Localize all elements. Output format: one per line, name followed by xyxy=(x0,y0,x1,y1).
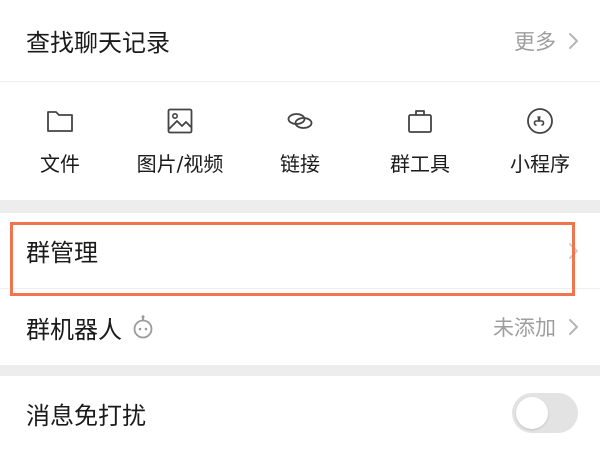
link-icon xyxy=(287,113,313,129)
tools-grid: 文件 图片/视频 链接 群工具 小程序 xyxy=(0,82,600,200)
chevron-right-icon xyxy=(569,242,578,259)
robot-icon xyxy=(133,315,153,339)
tool-mini-program[interactable]: 小程序 xyxy=(480,82,600,200)
group-robot-row[interactable]: 群机器人 未添加 xyxy=(0,289,600,365)
tool-label: 小程序 xyxy=(510,152,570,176)
mini-program-icon xyxy=(527,108,553,134)
chevron-right-icon xyxy=(569,319,578,335)
do-not-disturb-row: 消息免打扰 xyxy=(0,376,600,450)
do-not-disturb-title: 消息免打扰 xyxy=(26,401,146,430)
do-not-disturb-toggle[interactable] xyxy=(512,393,578,433)
management-card: 群管理 群机器人 未添加 xyxy=(0,213,600,365)
group-robot-title: 群机器人 xyxy=(26,315,122,344)
tool-label: 链接 xyxy=(280,152,320,176)
more-label: 更多 xyxy=(514,29,556,54)
search-chat-history-title: 查找聊天记录 xyxy=(26,29,170,57)
search-card: 查找聊天记录 更多 文件 图片/视频 链接 群工具 小程序 xyxy=(0,0,600,200)
folder-icon xyxy=(47,111,73,132)
tool-link[interactable]: 链接 xyxy=(240,82,360,200)
more-link[interactable]: 更多 xyxy=(514,26,582,56)
group-management-row[interactable]: 群管理 xyxy=(0,213,600,289)
chevron-right-icon xyxy=(569,32,578,49)
briefcase-icon xyxy=(408,110,432,133)
tool-image-video[interactable]: 图片/视频 xyxy=(120,82,240,200)
dnd-card: 消息免打扰 xyxy=(0,376,600,450)
tool-group-tools[interactable]: 群工具 xyxy=(360,82,480,200)
group-management-title: 群管理 xyxy=(26,239,98,267)
image-icon xyxy=(167,108,193,134)
toggle-knob xyxy=(516,397,548,429)
robot-status: 未添加 xyxy=(493,316,556,340)
tool-label: 文件 xyxy=(40,152,80,176)
tool-label: 群工具 xyxy=(390,152,450,176)
tool-label: 图片/视频 xyxy=(136,152,224,176)
tool-file[interactable]: 文件 xyxy=(0,82,120,200)
search-chat-history-row[interactable]: 查找聊天记录 更多 xyxy=(0,0,600,82)
